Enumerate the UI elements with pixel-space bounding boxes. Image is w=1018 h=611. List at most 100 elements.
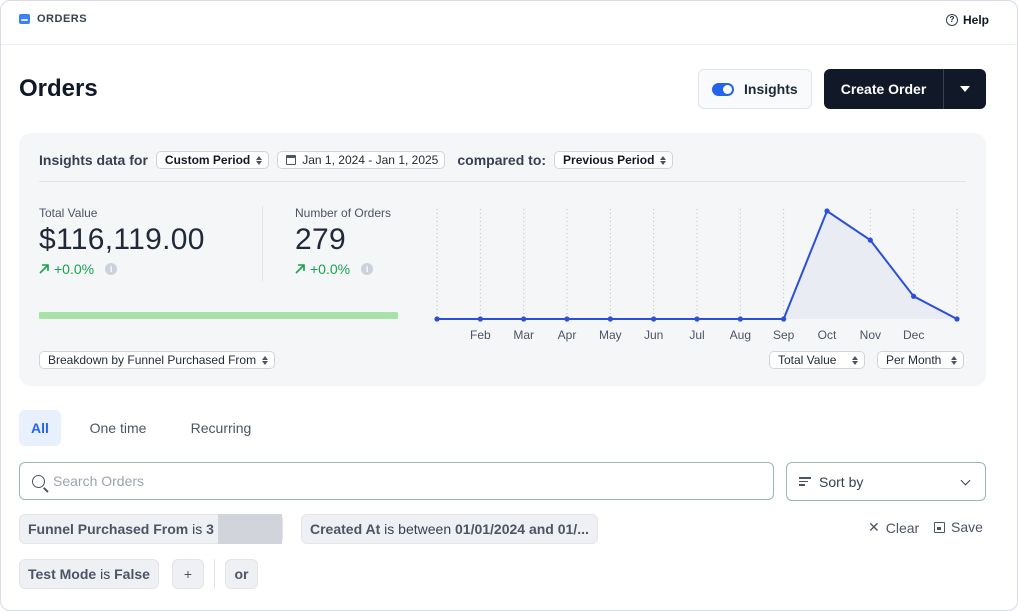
divider xyxy=(214,559,215,589)
metric-delta-value: +0.0% xyxy=(54,261,95,277)
question-circle-icon: ? xyxy=(945,14,958,26)
data-point xyxy=(434,316,440,322)
updown-icon xyxy=(951,355,958,365)
tab-all[interactable]: All xyxy=(19,410,61,446)
data-point xyxy=(694,316,700,322)
create-order-dropdown-button[interactable] xyxy=(944,69,986,109)
sort-label: Sort by xyxy=(819,473,864,490)
close-icon: ✕ xyxy=(868,519,880,535)
interval-select-value: Per Month xyxy=(886,353,942,367)
period-select[interactable]: Custom Period xyxy=(155,151,270,169)
data-point xyxy=(564,316,570,322)
tick-label: Dec xyxy=(903,328,924,342)
breadcrumb-label: ORDERS xyxy=(37,13,88,25)
help-link[interactable]: ? Help xyxy=(945,13,989,27)
filter-value: False xyxy=(114,566,150,582)
metric-number-of-orders: Number of Orders 279 +0.0% i xyxy=(295,206,391,277)
filter-funnel-purchased-from[interactable]: Funnel Purchased From is 3 xyxy=(19,514,283,544)
data-point xyxy=(911,293,917,299)
add-filter-button[interactable]: + xyxy=(172,559,204,589)
filter-test-mode[interactable]: Test Mode is False xyxy=(19,559,159,589)
tick-label: Apr xyxy=(558,328,577,342)
compared-to-label: compared to: xyxy=(457,152,547,168)
breadcrumb[interactable]: ORDERS xyxy=(19,13,87,25)
info-icon[interactable]: i xyxy=(105,263,118,275)
divider xyxy=(39,181,966,182)
date-range-picker[interactable]: Jan 1, 2024 - Jan 1, 2025 xyxy=(277,151,446,169)
redacted-value xyxy=(217,514,282,544)
tick-label: Sep xyxy=(773,328,795,342)
save-label: Save xyxy=(951,519,983,535)
tick-label: Oct xyxy=(818,328,837,342)
info-icon[interactable]: i xyxy=(361,263,374,275)
metric-total-value: Total Value $116,119.00 +0.0% i xyxy=(39,206,205,277)
data-point xyxy=(651,316,657,322)
help-label: Help xyxy=(962,13,989,27)
filter-operator: is between xyxy=(384,521,452,537)
updown-icon xyxy=(660,155,667,165)
updown-icon xyxy=(256,155,263,165)
updown-icon xyxy=(262,355,269,365)
top-bar: ORDERS ? Help xyxy=(1,1,1017,45)
create-order-group: Create Order xyxy=(824,69,986,109)
data-point xyxy=(867,237,873,243)
filter-field: Test Mode xyxy=(28,566,97,582)
tick-label: May xyxy=(599,328,622,342)
orders-chart: Feb Mar Apr May Jun Jul Aug Sep Oct Nov Dec xyxy=(434,208,960,342)
tick-label: Mar xyxy=(513,328,534,342)
breakdown-select[interactable]: Breakdown by Funnel Purchased From xyxy=(39,351,276,369)
data-point xyxy=(521,316,527,322)
insights-toggle-label: Insights xyxy=(744,81,798,97)
filter-operator: is xyxy=(100,566,111,582)
metric-value: 279 xyxy=(295,223,346,256)
arrow-up-right-icon xyxy=(39,264,49,274)
compare-period-value: Previous Period xyxy=(563,153,655,167)
metric-value: $116,119.00 xyxy=(39,223,205,256)
tab-recurring[interactable]: Recurring xyxy=(179,410,263,446)
caret-down-icon xyxy=(960,86,970,92)
clear-label: Clear xyxy=(885,519,920,536)
filter-field: Created At xyxy=(310,521,381,537)
filter-created-at[interactable]: Created At is between 01/01/2024 and 01/… xyxy=(301,514,598,544)
period-select-value: Custom Period xyxy=(164,153,251,167)
interval-select[interactable]: Per Month xyxy=(877,351,965,369)
filter-value: 01/01/2024 and 01/... xyxy=(455,521,589,537)
clear-filters-button[interactable]: ✕ Clear xyxy=(868,519,919,536)
data-point xyxy=(954,316,960,322)
tick-label: Nov xyxy=(860,328,881,342)
insights-controls: Insights data for Custom Period Jan 1, 2… xyxy=(39,151,674,169)
updown-icon xyxy=(852,355,859,365)
metric-delta-value: +0.0% xyxy=(310,261,351,277)
filter-value: 3 xyxy=(206,521,214,537)
or-filter-button[interactable]: or xyxy=(225,559,258,589)
insights-toggle[interactable]: Insights xyxy=(698,69,812,109)
compare-period-select[interactable]: Previous Period xyxy=(554,151,674,169)
measure-select[interactable]: Total Value xyxy=(769,351,866,369)
chevron-down-icon xyxy=(960,475,971,486)
insights-panel: Insights data for Custom Period Jan 1, 2… xyxy=(19,133,986,386)
tick-label: Jul xyxy=(689,328,704,342)
metric-label: Total Value xyxy=(39,206,98,220)
save-icon xyxy=(934,521,945,533)
tab-one-time[interactable]: One time xyxy=(81,410,155,446)
filter-operator: is xyxy=(192,521,203,537)
metric-label: Number of Orders xyxy=(295,206,392,220)
data-point xyxy=(607,316,613,322)
data-point xyxy=(737,316,743,322)
data-point xyxy=(824,208,830,214)
data-point xyxy=(781,316,787,322)
insights-data-label: Insights data for xyxy=(39,152,148,168)
orders-icon xyxy=(19,14,30,24)
create-order-button[interactable]: Create Order xyxy=(824,69,943,109)
breakdown-bar xyxy=(39,312,398,319)
sort-dropdown[interactable]: Sort by xyxy=(786,462,986,501)
tick-label: Aug xyxy=(730,328,751,342)
filter-field: Funnel Purchased From xyxy=(28,521,189,537)
breakdown-select-value: Breakdown by Funnel Purchased From xyxy=(48,353,257,367)
search-input[interactable] xyxy=(53,473,733,489)
toggle-switch-icon[interactable] xyxy=(712,82,734,96)
tick-label: Feb xyxy=(470,328,491,342)
save-filters-button[interactable]: Save xyxy=(934,519,983,535)
calendar-icon xyxy=(286,155,297,165)
arrow-up-right-icon xyxy=(295,264,305,274)
